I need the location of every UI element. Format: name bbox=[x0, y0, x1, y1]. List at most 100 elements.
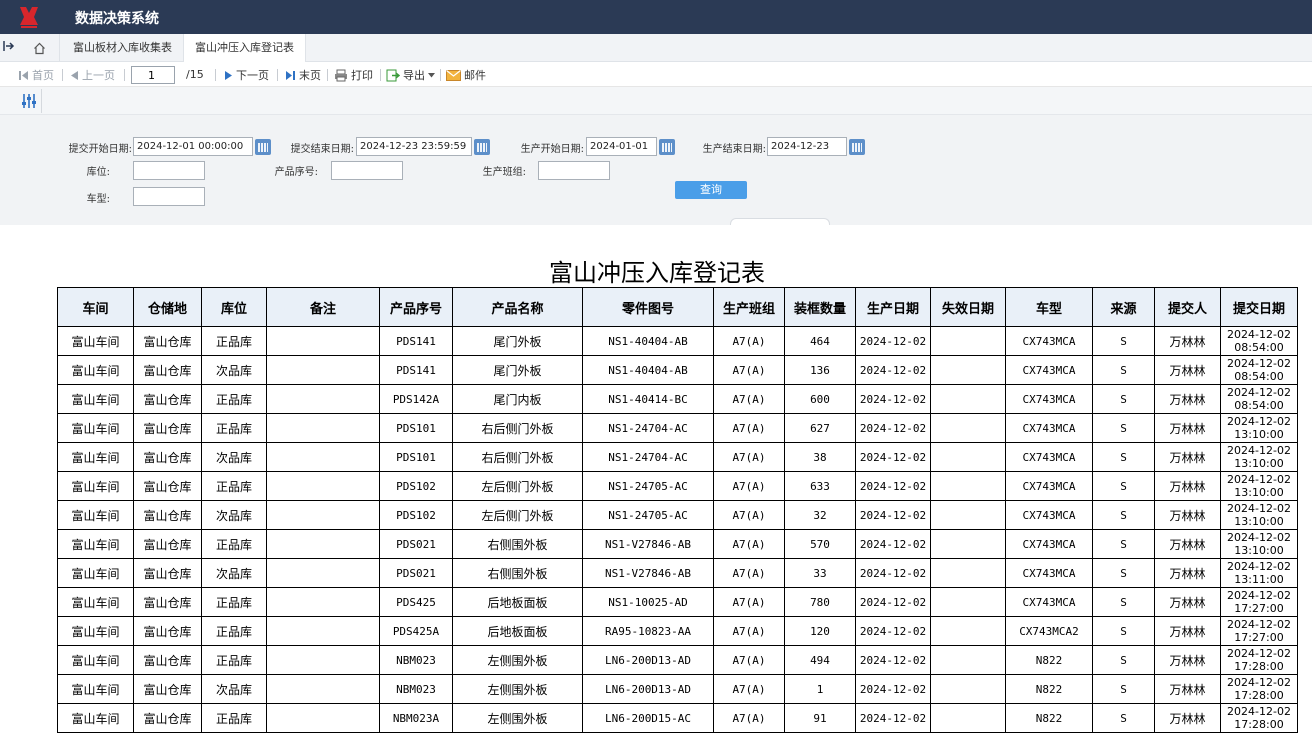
last-page-button[interactable]: 末页 bbox=[285, 67, 321, 83]
table-cell: 富山车间 bbox=[57, 587, 134, 617]
table-cell bbox=[930, 471, 1006, 501]
table-cell: 33 bbox=[784, 558, 856, 588]
table-cell bbox=[266, 326, 380, 356]
table-cell: A7(A) bbox=[713, 471, 785, 501]
table-cell: S bbox=[1092, 355, 1155, 385]
table-cell: 富山车间 bbox=[57, 471, 134, 501]
table-cell: 富山仓库 bbox=[133, 384, 202, 414]
table-cell: 富山车间 bbox=[57, 616, 134, 646]
table-cell: 左侧围外板 bbox=[452, 645, 583, 675]
printer-icon bbox=[335, 69, 347, 81]
submit-start-input[interactable]: 2024-12-01 00:00:00 bbox=[133, 137, 253, 156]
table-cell: S bbox=[1092, 645, 1155, 675]
product-no-input[interactable] bbox=[331, 161, 403, 180]
next-page-button[interactable]: 下一页 bbox=[224, 67, 269, 83]
table-cell: 2024-12-02 13:10:00 bbox=[1220, 500, 1298, 530]
table-cell: 2024-12-02 17:28:00 bbox=[1220, 674, 1298, 704]
prev-page-button[interactable]: 上一页 bbox=[70, 67, 115, 83]
table-cell: 左后侧门外板 bbox=[452, 471, 583, 501]
table-cell: 2024-12-02 17:28:00 bbox=[1220, 645, 1298, 675]
table-cell: NS1-24704-AC bbox=[582, 442, 714, 472]
table-cell: 136 bbox=[784, 355, 856, 385]
table-cell: NS1-10025-AD bbox=[582, 587, 714, 617]
first-page-button[interactable]: 首页 bbox=[18, 67, 54, 83]
calendar-icon[interactable] bbox=[849, 139, 865, 155]
table-cell: NS1-V27846-AB bbox=[582, 529, 714, 559]
column-header: 车型 bbox=[1005, 287, 1093, 327]
table-cell: LN6-200D13-AD bbox=[582, 674, 714, 704]
table-cell: 正品库 bbox=[201, 616, 267, 646]
mail-button[interactable]: 邮件 bbox=[446, 67, 486, 83]
table-cell: N822 bbox=[1005, 703, 1093, 733]
prod-end-input[interactable]: 2024-12-23 bbox=[767, 137, 847, 156]
table-cell: RA95-10823-AA bbox=[582, 616, 714, 646]
table-cell: 万林林 bbox=[1154, 558, 1221, 588]
table-cell: 富山车间 bbox=[57, 384, 134, 414]
table-cell: N822 bbox=[1005, 674, 1093, 704]
table-cell bbox=[266, 529, 380, 559]
sidebar-expand-icon[interactable] bbox=[3, 40, 17, 54]
table-cell: 富山车间 bbox=[57, 645, 134, 675]
column-header: 仓储地 bbox=[133, 287, 202, 327]
table-cell: PDS141 bbox=[379, 355, 453, 385]
table-cell: 正品库 bbox=[201, 703, 267, 733]
table-cell: NS1-V27846-AB bbox=[582, 558, 714, 588]
tab-board-inbound[interactable]: 富山板材入库收集表 bbox=[62, 34, 184, 62]
table-cell: 2024-12-02 bbox=[855, 616, 931, 646]
toolbar-divider bbox=[277, 69, 278, 81]
parameter-toggle-button[interactable] bbox=[16, 89, 42, 113]
tab-stamping-inbound[interactable]: 富山冲压入库登记表 bbox=[184, 34, 306, 62]
table-cell bbox=[266, 355, 380, 385]
table-cell: 2024-12-02 bbox=[855, 471, 931, 501]
submit-end-input[interactable]: 2024-12-23 23:59:59 bbox=[356, 137, 472, 156]
table-cell: 次品库 bbox=[201, 355, 267, 385]
shift-input[interactable] bbox=[538, 161, 610, 180]
table-row: 富山车间 富山仓库 次品库 NBM023 左侧围外板 LN6-200D13-AD A7(A)… bbox=[57, 674, 1298, 704]
table-cell: 2024-12-02 bbox=[855, 500, 931, 530]
table-cell: 次品库 bbox=[201, 674, 267, 704]
company-logo-icon bbox=[20, 7, 38, 28]
page-number-input[interactable] bbox=[131, 66, 175, 84]
page-total: /15 bbox=[186, 68, 204, 81]
table-header-row: 车间 仓储地 库位 备注 产品序号 产品名称 零件图号 生产班组 装框数量 生产日期 失效日期 车型来… bbox=[57, 287, 1298, 327]
table-cell: S bbox=[1092, 442, 1155, 472]
table-cell bbox=[266, 616, 380, 646]
table-cell: CX743MCA bbox=[1005, 413, 1093, 443]
table-cell: 万林林 bbox=[1154, 645, 1221, 675]
table-cell: 富山仓库 bbox=[133, 587, 202, 617]
query-button[interactable]: 查询 bbox=[675, 181, 747, 199]
table-cell: N822 bbox=[1005, 645, 1093, 675]
toolbar-divider bbox=[440, 69, 441, 81]
table-cell: S bbox=[1092, 326, 1155, 356]
table-cell: 后地板面板 bbox=[452, 616, 583, 646]
column-header: 产品名称 bbox=[452, 287, 583, 327]
table-cell: CX743MCA bbox=[1005, 587, 1093, 617]
location-input[interactable] bbox=[133, 161, 205, 180]
model-label: 车型: bbox=[86, 194, 110, 205]
table-cell bbox=[266, 413, 380, 443]
table-row: 富山车间 富山仓库 正品库 PDS101 右后侧门外板 NS1-24704-AC A7(A)… bbox=[57, 413, 1298, 443]
table-cell: A7(A) bbox=[713, 558, 785, 588]
calendar-icon[interactable] bbox=[474, 139, 490, 155]
toolbar-divider bbox=[215, 69, 216, 81]
toolbar-divider bbox=[327, 69, 328, 81]
table-cell: NS1-40404-AB bbox=[582, 355, 714, 385]
table-cell: 富山车间 bbox=[57, 529, 134, 559]
table-cell: 右侧围外板 bbox=[452, 529, 583, 559]
table-cell: PDS425A bbox=[379, 616, 453, 646]
home-tab[interactable] bbox=[20, 34, 60, 62]
tab-bar: 富山板材入库收集表 富山冲压入库登记表 bbox=[0, 34, 1312, 62]
prod-start-input[interactable]: 2024-01-01 bbox=[586, 137, 657, 156]
model-input[interactable] bbox=[133, 187, 205, 206]
column-header: 失效日期 bbox=[930, 287, 1006, 327]
column-header: 产品序号 bbox=[379, 287, 453, 327]
table-cell: 万林林 bbox=[1154, 442, 1221, 472]
submit-start-label: 提交开始日期: bbox=[68, 144, 132, 155]
column-header: 零件图号 bbox=[582, 287, 714, 327]
toolbar-divider bbox=[124, 69, 125, 81]
print-button[interactable]: 打印 bbox=[334, 67, 373, 83]
prod-end-label: 生产结束日期: bbox=[702, 144, 766, 155]
table-cell bbox=[266, 471, 380, 501]
export-button[interactable]: 导出 bbox=[386, 67, 435, 83]
table-cell: LN6-200D15-AC bbox=[582, 703, 714, 733]
